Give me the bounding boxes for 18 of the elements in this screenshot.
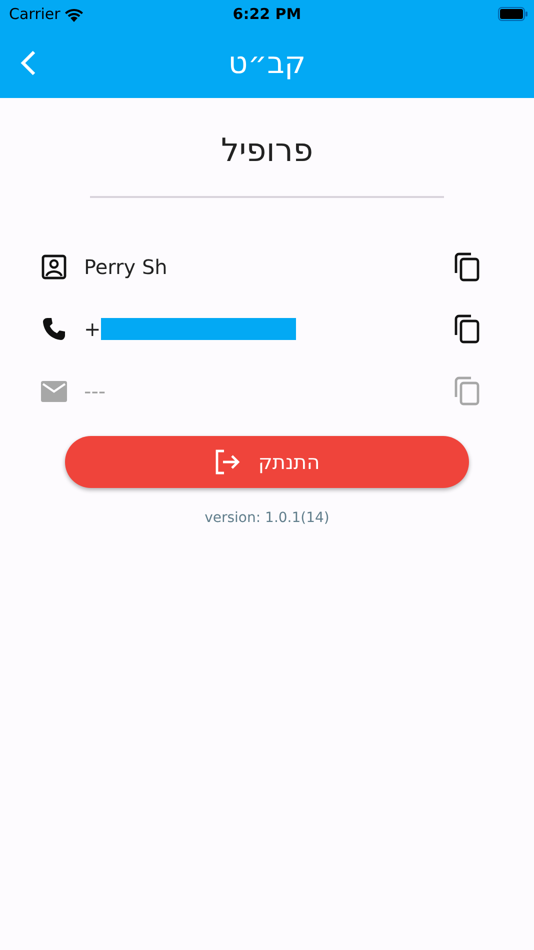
logout-icon bbox=[214, 449, 242, 475]
copy-button[interactable] bbox=[454, 252, 480, 282]
field-value: Perry Sh bbox=[84, 254, 168, 281]
copy-button[interactable] bbox=[454, 314, 480, 344]
version-label: version: 1.0.1(14) bbox=[204, 509, 330, 528]
field-value: --- bbox=[84, 378, 106, 405]
chevron-left-icon bbox=[18, 49, 38, 77]
wifi-icon bbox=[64, 6, 84, 22]
logout-button[interactable]: התנתק bbox=[65, 436, 469, 488]
copy-icon bbox=[454, 376, 480, 406]
battery-icon bbox=[498, 7, 528, 21]
app-title: קב״ט bbox=[228, 44, 306, 82]
field-value: + bbox=[84, 316, 101, 343]
copy-icon bbox=[454, 314, 480, 344]
page-title: פרופיל bbox=[220, 130, 314, 171]
copy-icon bbox=[454, 252, 480, 282]
clock-time: 6:22 PM bbox=[232, 4, 302, 25]
carrier-label: Carrier bbox=[9, 4, 60, 25]
